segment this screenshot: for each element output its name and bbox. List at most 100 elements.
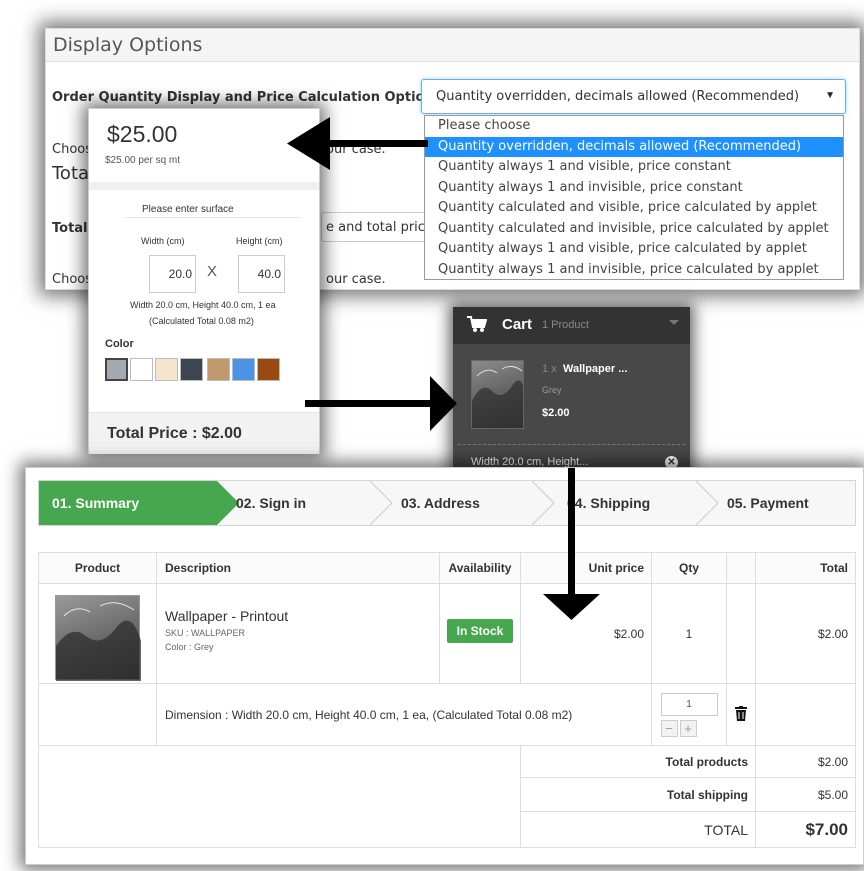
col-description: Description bbox=[156, 552, 440, 584]
minus-icon[interactable]: − bbox=[660, 719, 678, 737]
total-price: Total Price : $2.00 bbox=[107, 425, 242, 442]
cart-divider bbox=[458, 444, 685, 445]
col-product: Product bbox=[38, 552, 157, 584]
color-swatch-cream[interactable] bbox=[155, 358, 178, 381]
option-item-selected[interactable]: Quantity overridden, decimals allowed (R… bbox=[425, 136, 843, 157]
product-image[interactable] bbox=[55, 594, 141, 681]
cart-title: Cart bbox=[502, 316, 533, 333]
step-payment[interactable]: 05. Payment bbox=[727, 495, 809, 511]
plus-icon[interactable]: + bbox=[679, 719, 697, 737]
surface-title-underline bbox=[125, 217, 301, 218]
totals-blank bbox=[38, 745, 521, 848]
your-case-text-partial: our case. bbox=[326, 142, 386, 157]
chevron-down-icon bbox=[669, 320, 679, 325]
surface-form-panel: $25.00 $25.00 per sq mt Please enter sur… bbox=[88, 108, 320, 454]
and-total-price-text: e and total pric bbox=[326, 220, 425, 235]
quantity-stepper: − + bbox=[660, 719, 718, 737]
times-label: X bbox=[207, 263, 218, 280]
cart-summary-panel: 01. Summary 02. Sign in 03. Address 04. … bbox=[25, 467, 864, 865]
cart-table: Product Description Availability Unit pr… bbox=[38, 552, 856, 848]
width-input[interactable]: 20.0 bbox=[149, 255, 196, 293]
color-swatch-grey[interactable] bbox=[105, 358, 128, 381]
shopping-cart-icon bbox=[467, 316, 487, 332]
total-shipping-value: $5.00 bbox=[755, 777, 856, 812]
color-swatch-brown[interactable] bbox=[257, 358, 280, 381]
height-label: Height (cm) bbox=[236, 236, 283, 246]
wallpaper-sketch-image bbox=[56, 601, 141, 681]
delete-cell bbox=[726, 683, 756, 746]
step-separator-icon bbox=[532, 481, 554, 525]
product-color: Color : Grey bbox=[165, 641, 214, 652]
availability-cell: In Stock bbox=[439, 583, 521, 684]
choose-text-partial-2: Choos bbox=[52, 272, 92, 287]
cart-header[interactable]: Cart 1 Product bbox=[453, 307, 690, 344]
cart-item-qty: 1 x bbox=[542, 363, 557, 375]
option-item[interactable]: Quantity always 1 and invisible, price c… bbox=[425, 260, 843, 281]
color-swatch-tan[interactable] bbox=[207, 358, 230, 381]
step-summary[interactable]: 01. Summary bbox=[52, 495, 139, 511]
total-heading-partial: Tota bbox=[52, 163, 90, 184]
total-products-value: $2.00 bbox=[755, 745, 856, 778]
height-input[interactable]: 40.0 bbox=[238, 255, 285, 293]
select-current-value: Quantity overridden, decimals allowed (R… bbox=[436, 89, 800, 104]
step-shipping[interactable]: 04. Shipping bbox=[567, 495, 650, 511]
step-sign-in[interactable]: 02. Sign in bbox=[236, 495, 306, 511]
total-price-select-partial[interactable]: e and total pric bbox=[321, 212, 431, 242]
table-row: Wallpaper - Printout SKU : WALLPAPER Col… bbox=[38, 583, 856, 684]
wallpaper-sketch-image bbox=[472, 365, 523, 428]
step-address[interactable]: 03. Address bbox=[401, 495, 480, 511]
color-swatch-dark[interactable] bbox=[180, 358, 203, 381]
total-products-label: Total products bbox=[520, 745, 756, 778]
order-quantity-select[interactable]: Quantity overridden, decimals allowed (R… bbox=[421, 79, 846, 114]
color-label: Color bbox=[105, 338, 134, 350]
product-name[interactable]: Wallpaper - Printout bbox=[165, 608, 439, 624]
table-row-dimension: Dimension : Width 20.0 cm, Height 40.0 c… bbox=[38, 683, 856, 746]
unit-price-cell: $2.00 bbox=[520, 583, 652, 684]
option-item[interactable]: Quantity always 1 and visible, price cal… bbox=[425, 239, 843, 260]
line-total-cell: $2.00 bbox=[755, 583, 856, 684]
option-item[interactable]: Quantity always 1 and visible, price con… bbox=[425, 157, 843, 178]
totals-row-products: Total products $2.00 bbox=[38, 745, 856, 848]
option-item[interactable]: Quantity always 1 and invisible, price c… bbox=[425, 178, 843, 199]
col-qty: Qty bbox=[651, 552, 727, 584]
dimension-cell: Dimension : Width 20.0 cm, Height 40.0 c… bbox=[156, 683, 652, 746]
cart-item-variant: Grey bbox=[542, 385, 562, 395]
total-shipping-label: Total shipping bbox=[520, 777, 756, 812]
cart-item-name[interactable]: Wallpaper ... bbox=[563, 363, 627, 375]
option-item[interactable]: Quantity calculated and invisible, price… bbox=[425, 219, 843, 240]
option-item[interactable]: Please choose bbox=[425, 116, 843, 137]
order-quantity-options-list[interactable]: Please choose Quantity overridden, decim… bbox=[424, 115, 844, 280]
order-quantity-label: Order Quantity Display and Price Calcula… bbox=[52, 90, 447, 105]
grand-total-value: $7.00 bbox=[755, 811, 856, 848]
cart-product-thumbnail[interactable] bbox=[471, 360, 524, 429]
col-action bbox=[726, 552, 756, 584]
option-item[interactable]: Quantity calculated and visible, price c… bbox=[425, 198, 843, 219]
product-image-cell bbox=[38, 583, 157, 684]
section-divider bbox=[89, 182, 319, 190]
total-price-bar: Total Price : $2.00 bbox=[89, 412, 319, 454]
display-options-title: Display Options bbox=[53, 34, 203, 56]
cart-count: 1 Product bbox=[542, 319, 590, 331]
arrow-right-icon bbox=[305, 376, 457, 431]
col-total: Total bbox=[755, 552, 856, 584]
product-price: $25.00 bbox=[107, 121, 178, 147]
qty-cell: 1 bbox=[651, 583, 727, 684]
color-swatch-white[interactable] bbox=[130, 358, 153, 381]
step-separator-icon bbox=[370, 481, 392, 525]
col-availability: Availability bbox=[439, 552, 521, 584]
your-case-text-partial-2: our case. bbox=[326, 272, 386, 287]
empty-cell bbox=[38, 683, 157, 746]
display-options-header: Display Options bbox=[46, 29, 859, 62]
color-swatch-blue[interactable] bbox=[232, 358, 255, 381]
product-description-cell: Wallpaper - Printout SKU : WALLPAPER Col… bbox=[156, 583, 440, 684]
quantity-input[interactable]: 1 bbox=[660, 692, 718, 716]
product-sku: SKU : WALLPAPER bbox=[165, 627, 246, 638]
choose-text-partial: Choos bbox=[52, 142, 92, 157]
trash-icon[interactable] bbox=[735, 705, 747, 721]
cart-item-price: $2.00 bbox=[542, 407, 570, 419]
status-badge: In Stock bbox=[446, 619, 514, 643]
empty-cell bbox=[726, 583, 756, 684]
table-header-row: Product Description Availability Unit pr… bbox=[38, 552, 856, 584]
surface-summary-line2: (Calculated Total 0.08 m2) bbox=[149, 316, 254, 326]
step-separator-icon bbox=[696, 481, 718, 525]
